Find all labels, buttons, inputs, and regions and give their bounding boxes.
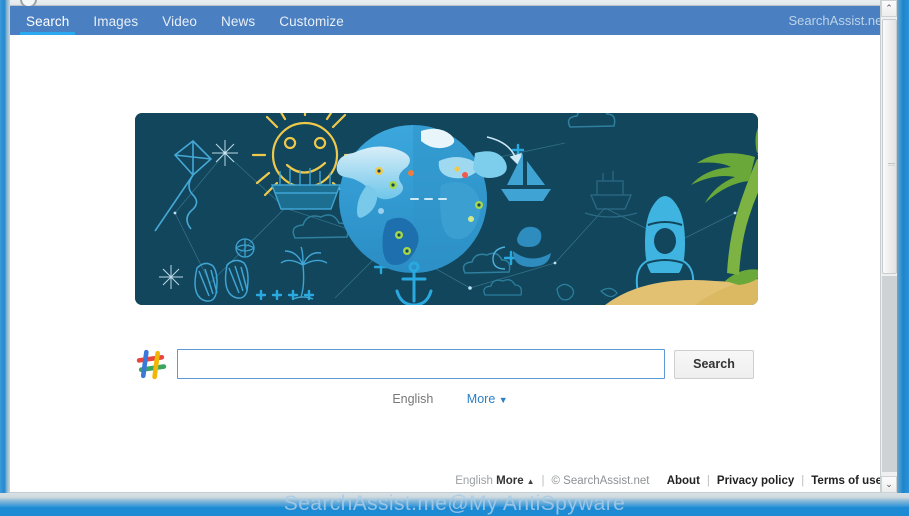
nav-tab-list: Search Images Video News Customize [14, 6, 356, 35]
site-brand-link[interactable]: SearchAssist.net [788, 13, 886, 28]
footer-more-link[interactable]: More [496, 475, 523, 487]
footer-more-label: More [496, 475, 524, 487]
search-input[interactable] [177, 349, 665, 379]
footer-link-terms-of-use[interactable]: Terms of use [811, 475, 882, 487]
tab-customize[interactable]: Customize [267, 13, 356, 36]
tab-images-label: Images [93, 13, 139, 29]
search-button[interactable]: Search [674, 349, 754, 379]
search-row: Search [135, 344, 765, 384]
tab-search-label: Search [26, 13, 70, 29]
footer-separator-2: | [706, 475, 710, 487]
more-languages-link[interactable]: More ▼ [467, 392, 508, 406]
scrollbar-thumb[interactable] [882, 19, 897, 274]
top-navigation-bar: Search Images Video News Customize Searc… [10, 6, 895, 35]
tab-news-label: News [221, 13, 256, 29]
page-viewport: Search Images Video News Customize Searc… [10, 0, 896, 493]
tab-images[interactable]: Images [81, 13, 150, 36]
window-bottom-border [0, 493, 909, 507]
browser-window-frame: Search Images Video News Customize Searc… [0, 0, 909, 515]
tab-video-label: Video [162, 13, 198, 29]
language-row: English More ▼ [135, 392, 765, 406]
chevron-down-icon: ▼ [498, 395, 508, 405]
doodle-illustration [135, 113, 758, 305]
tab-search[interactable]: Search [14, 13, 81, 36]
footer-link-about[interactable]: About [667, 475, 700, 487]
window-left-border [0, 0, 10, 507]
footer-copyright: © SearchAssist.net [551, 475, 650, 487]
footer-spacer-1 [656, 475, 659, 487]
footer-link-privacy-policy[interactable]: Privacy policy [717, 475, 794, 487]
page-content: Search English More ▼ English More ▲ | ©… [10, 35, 895, 492]
seasonal-doodle-banner [135, 113, 758, 305]
chevron-up-icon: ▲ [526, 476, 535, 486]
current-language-label: English [392, 392, 434, 406]
window-right-border [897, 0, 909, 507]
scrollbar-grip-icon [888, 163, 895, 168]
more-languages-label: More [466, 392, 496, 406]
tab-video[interactable]: Video [150, 13, 209, 36]
footer-language: English [455, 475, 493, 487]
tab-news[interactable]: News [209, 13, 267, 36]
footer-separator-3: | [801, 475, 805, 487]
footer-separator-1: | [541, 475, 545, 487]
scroll-down-arrow-icon[interactable]: ⌄ [881, 476, 897, 493]
scroll-up-arrow-icon[interactable]: ⌃ [881, 0, 897, 17]
scrollbar-track-lower[interactable] [882, 276, 897, 472]
hashtag-logo [136, 349, 167, 379]
tab-customize-label: Customize [279, 13, 344, 29]
window-scrollbar[interactable]: ⌃ ⌄ [880, 0, 897, 493]
footer-bar: English More ▲ | © SearchAssist.net Abou… [455, 475, 882, 487]
